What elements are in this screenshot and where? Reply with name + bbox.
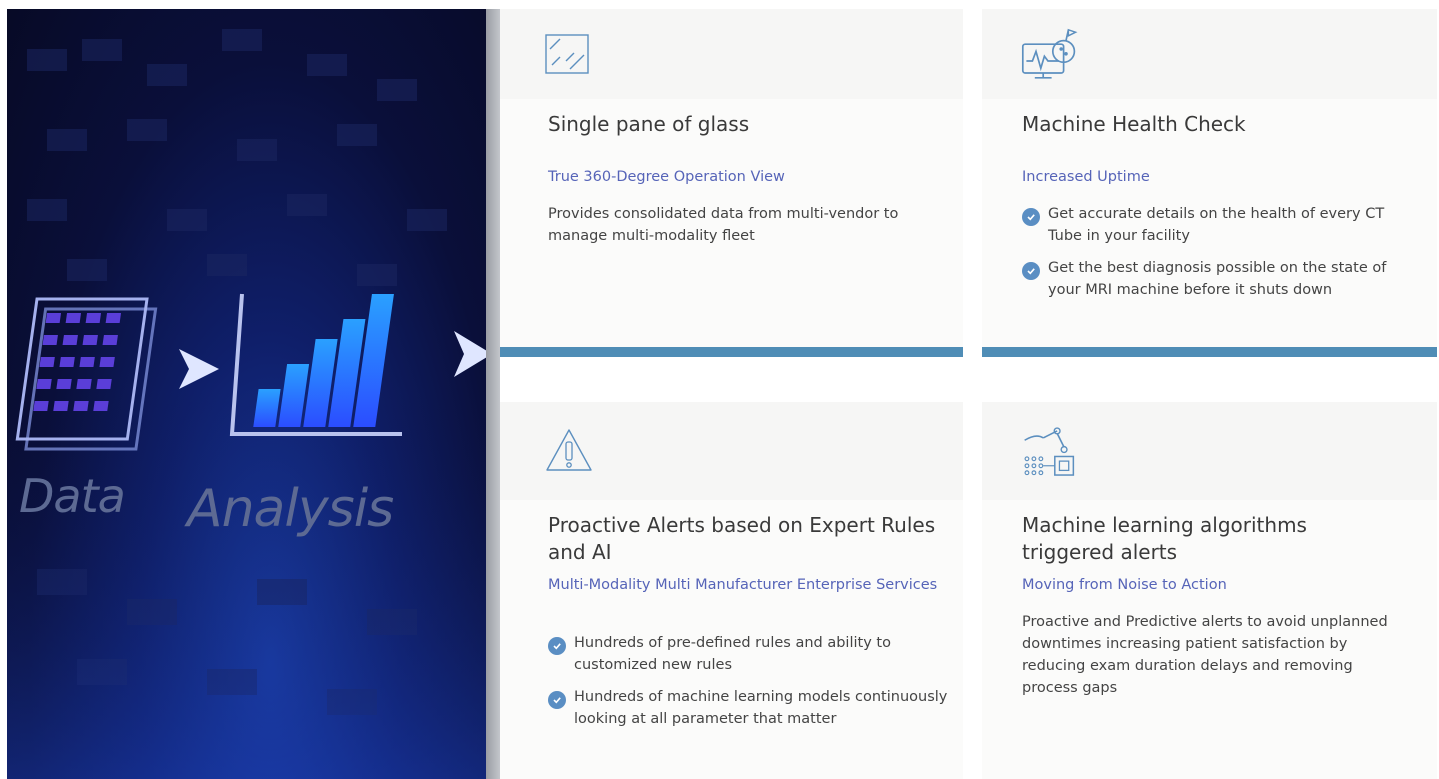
feature-card-proactive-alerts: Proactive Alerts based on Expert Rules a… <box>500 402 963 779</box>
list-item: Get the best diagnosis possible on the s… <box>1022 257 1412 301</box>
hero-data-label: Data <box>19 469 126 523</box>
check-icon <box>1022 208 1040 226</box>
card-bullet-list: Hundreds of pre-defined rules and abilit… <box>548 632 948 740</box>
card-title: Machine learning algorithms triggered al… <box>1022 513 1307 564</box>
robot-arm-chip-icon <box>1024 427 1075 476</box>
bullet-text: Hundreds of machine learning models cont… <box>574 689 948 727</box>
bullet-text: Get accurate details on the health of ev… <box>1048 206 1385 244</box>
hero-divider <box>486 9 500 779</box>
check-icon <box>1022 262 1040 280</box>
hero-image: Data Analysis <box>7 9 486 779</box>
check-icon <box>548 691 566 709</box>
feature-card-machine-learning: Machine learning algorithms triggered al… <box>982 402 1437 779</box>
card-title: Proactive Alerts based on Expert Rules a… <box>548 513 936 564</box>
feature-card-machine-health: Machine Health Check Increased Uptime Ge… <box>982 9 1437 357</box>
warning-icon <box>546 429 592 471</box>
hero-analysis-label: Analysis <box>187 479 394 539</box>
card-title: Machine Health Check <box>1022 112 1246 136</box>
card-description: Proactive and Predictive alerts to avoid… <box>1022 614 1388 696</box>
bullet-text: Get the best diagnosis possible on the s… <box>1048 260 1387 298</box>
card-subtitle: True 360-Degree Operation View <box>548 169 785 185</box>
card-description: Provides consolidated data from multi-ve… <box>548 206 899 244</box>
machine-health-icon <box>1021 28 1078 79</box>
bullet-text: Hundreds of pre-defined rules and abilit… <box>574 635 891 673</box>
card-title: Single pane of glass <box>548 112 750 136</box>
card-subtitle: Multi-Modality Multi Manufacturer Enterp… <box>548 577 938 593</box>
hero-background-graphic <box>7 29 486 779</box>
list-item: Hundreds of machine learning models cont… <box>548 686 948 730</box>
card-subtitle: Moving from Noise to Action <box>1022 577 1227 593</box>
card-subtitle: Increased Uptime <box>1022 169 1150 185</box>
list-item: Get accurate details on the health of ev… <box>1022 203 1412 247</box>
glass-pane-icon <box>545 34 589 74</box>
check-icon <box>548 637 566 655</box>
list-item: Hundreds of pre-defined rules and abilit… <box>548 632 948 676</box>
feature-card-single-pane: Single pane of glass True 360-Degree Ope… <box>500 9 963 357</box>
card-bullet-list: Get accurate details on the health of ev… <box>1022 203 1412 311</box>
